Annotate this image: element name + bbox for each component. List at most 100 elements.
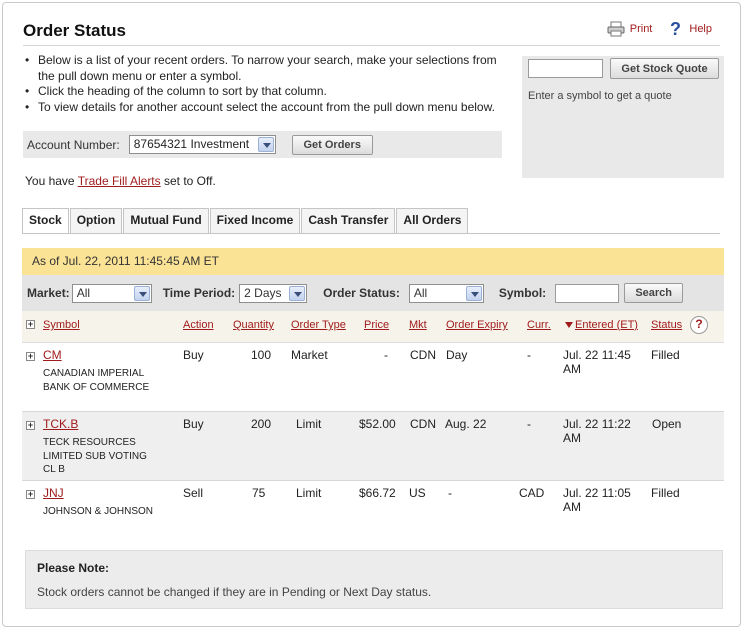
tab-stock[interactable]: Stock — [22, 208, 69, 234]
time-period-select-value: 2 Days — [244, 285, 282, 300]
symbol-link[interactable]: CM — [43, 348, 62, 362]
tab-fixed-income[interactable]: Fixed Income — [209, 208, 301, 233]
symbol-link[interactable]: JNJ — [43, 486, 64, 500]
expand-all-icon[interactable]: + — [26, 320, 35, 329]
column-header-order-type[interactable]: Order Type — [291, 319, 346, 331]
tabs-divider — [22, 233, 720, 234]
entered-cell: Jul. 22 11:05 — [563, 486, 631, 500]
order-type-tabs: Stock Option Mutual Fund Fixed Income Ca… — [22, 208, 469, 234]
filter-bar: Market: All Time Period: 2 Days Order St… — [22, 275, 724, 311]
order-type-cell: Limit — [296, 417, 322, 431]
entered-cell: Jul. 22 11:22 — [563, 417, 631, 431]
svg-text:?: ? — [670, 20, 681, 38]
account-select[interactable]: 87654321 Investment — [128, 135, 276, 154]
column-header-entered[interactable]: Entered (ET) — [565, 319, 638, 331]
sort-descending-icon — [565, 322, 573, 329]
expand-row-icon[interactable]: + — [26, 352, 35, 361]
orders-table: + Symbol Action Quantity Order Type Pric… — [22, 311, 724, 537]
order-status-panel: Order Status Print ? Help Below is a lis… — [2, 2, 741, 627]
column-header-symbol[interactable]: Symbol — [43, 319, 80, 331]
dropdown-arrow-icon[interactable] — [465, 285, 482, 301]
market-select[interactable]: All — [71, 283, 152, 303]
please-note-box: Please Note: Stock orders cannot be chan… — [25, 550, 723, 609]
get-orders-button[interactable]: Get Orders — [291, 134, 373, 155]
tab-mutual-fund[interactable]: Mutual Fund — [123, 208, 209, 233]
print-link[interactable]: Print — [607, 21, 653, 37]
entered-header-label[interactable]: Entered (ET) — [575, 319, 638, 331]
market-select-value: All — [76, 285, 91, 300]
search-button[interactable]: Search — [624, 283, 684, 303]
action-cell: Buy — [183, 417, 204, 431]
column-header-currency[interactable]: Curr. — [527, 319, 551, 331]
alert-prefix: You have — [25, 174, 78, 188]
price-cell: $66.72 — [359, 486, 396, 500]
symbol-label: Symbol: — [498, 286, 547, 300]
account-select-value: 87654321 Investment — [133, 137, 250, 151]
table-help-icon[interactable]: ? — [690, 316, 708, 334]
help-link[interactable]: ? Help — [668, 20, 712, 38]
quantity-cell: 200 — [251, 417, 272, 431]
dropdown-arrow-icon[interactable] — [289, 285, 306, 301]
symbol-filter-input[interactable] — [555, 283, 620, 303]
action-cell: Sell — [183, 486, 204, 500]
quote-symbol-input[interactable] — [528, 59, 603, 78]
account-number-label: Account Number: — [27, 137, 120, 152]
get-stock-quote-button[interactable]: Get Stock Quote — [610, 58, 719, 79]
column-header-status[interactable]: Status — [651, 319, 682, 331]
quantity-cell: 100 — [251, 348, 272, 362]
dropdown-arrow-icon[interactable] — [257, 137, 274, 152]
help-question-icon: ? — [670, 20, 681, 38]
dropdown-arrow-icon[interactable] — [133, 285, 150, 301]
currency-cell: - — [527, 417, 531, 431]
order-type-cell: Market — [291, 348, 328, 362]
column-header-quantity[interactable]: Quantity — [233, 319, 274, 331]
tab-all-orders[interactable]: All Orders — [396, 208, 469, 233]
order-status-select[interactable]: All — [408, 283, 484, 303]
account-bar: Account Number: 87654321 Investment Get … — [23, 131, 502, 158]
symbol-link[interactable]: TCK.B — [43, 417, 78, 431]
page-title: Order Status — [23, 21, 126, 40]
column-header-price[interactable]: Price — [364, 319, 389, 331]
trade-fill-alerts-link[interactable]: Trade Fill Alerts — [78, 174, 161, 188]
market-label: Market: — [27, 286, 70, 300]
expiry-cell: - — [448, 486, 452, 500]
top-links: Print ? Help — [607, 20, 712, 38]
security-name: TECK RESOURCES LIMITED SUB VOTING CL B — [43, 437, 147, 475]
market-cell: CDN — [410, 417, 436, 431]
instruction-item: To view details for another account sele… — [25, 100, 513, 116]
time-period-label: Time Period: — [162, 286, 236, 300]
help-label[interactable]: Help — [689, 23, 712, 35]
instructions-list: Below is a list of your recent orders. T… — [25, 53, 513, 115]
security-name: JOHNSON & JOHNSON — [43, 506, 154, 517]
quote-hint: Enter a symbol to get a quote — [528, 90, 672, 102]
price-cell: $52.00 — [359, 417, 396, 431]
expiry-cell: Day — [446, 348, 468, 362]
expiry-cell: Aug. 22 — [445, 417, 487, 431]
tab-option[interactable]: Option — [69, 208, 123, 233]
column-header-mkt[interactable]: Mkt — [409, 319, 427, 331]
currency-cell: CAD — [519, 486, 545, 500]
order-status-select-value: All — [413, 285, 428, 300]
table-header: + Symbol Action Quantity Order Type Pric… — [22, 311, 724, 343]
table-row: + CM CANADIAN IMPERIAL BANK OF COMMERCE … — [22, 343, 724, 412]
column-header-action[interactable]: Action — [183, 319, 214, 331]
market-cell: US — [409, 486, 426, 500]
time-period-select[interactable]: 2 Days — [239, 283, 308, 303]
order-type-cell: Limit — [296, 486, 322, 500]
entered-cell-ampm: AM — [563, 362, 581, 376]
quantity-cell: 75 — [252, 486, 266, 500]
column-header-order-expiry[interactable]: Order Expiry — [446, 319, 508, 331]
alert-suffix: set to Off. — [160, 174, 216, 188]
instruction-item: Below is a list of your recent orders. T… — [25, 53, 513, 84]
tab-cash-transfer[interactable]: Cash Transfer — [301, 208, 396, 233]
expand-row-icon[interactable]: + — [26, 421, 35, 430]
title-divider — [23, 45, 720, 46]
expand-row-icon[interactable]: + — [26, 490, 35, 499]
as-of-timestamp: As of Jul. 22, 2011 11:45:45 AM ET — [22, 248, 724, 275]
stock-quote-box: Get Stock Quote Enter a symbol to get a … — [522, 56, 724, 178]
printer-icon — [607, 21, 625, 37]
print-label[interactable]: Print — [630, 23, 653, 35]
currency-cell: - — [527, 348, 531, 362]
entered-cell-ampm: AM — [563, 500, 581, 514]
entered-cell-ampm: AM — [563, 431, 581, 445]
